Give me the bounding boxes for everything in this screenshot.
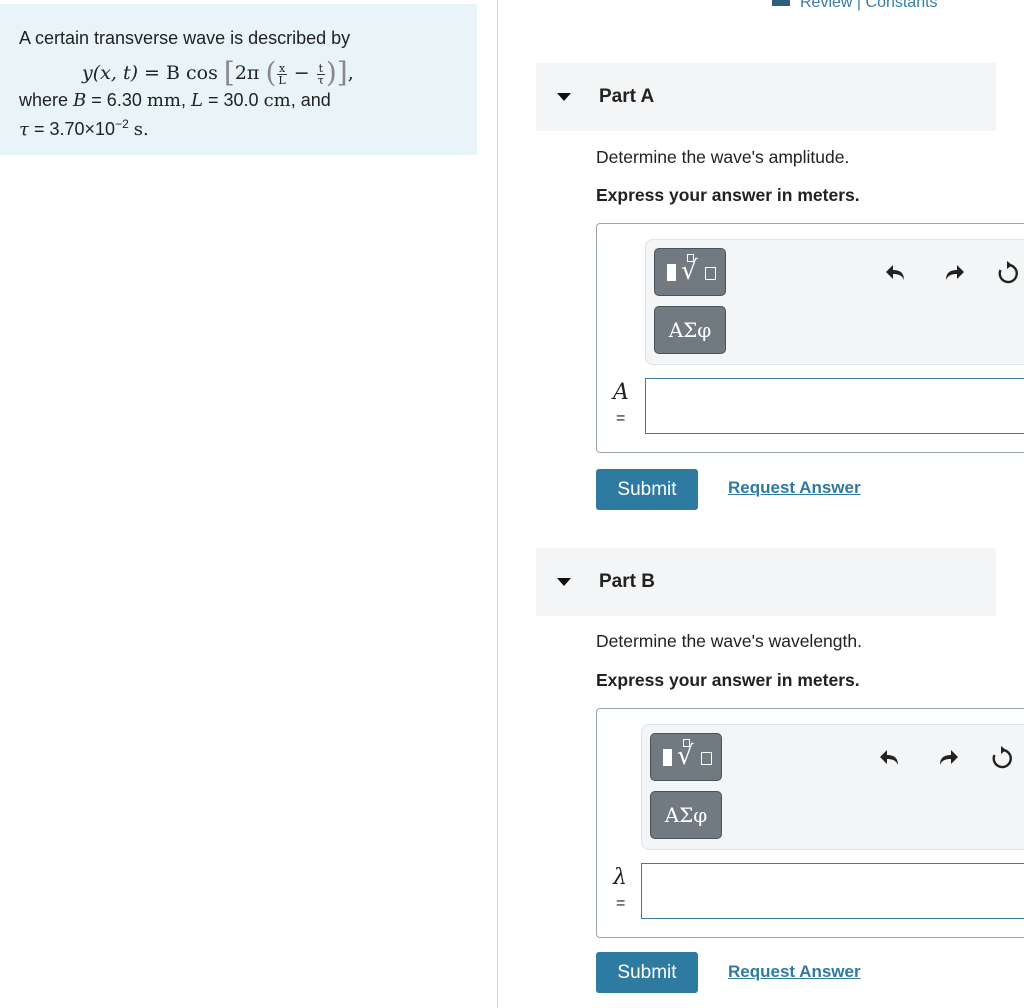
part-b-header[interactable]: Part B (536, 548, 996, 616)
part-a-question: Determine the wave's amplitude. (596, 147, 850, 167)
request-answer-link[interactable]: Request Answer (728, 962, 861, 982)
fraction-t-over-tau: tτ (316, 61, 325, 87)
part-b-answer-box: √ ΑΣφ λ = (596, 708, 1024, 938)
answer-input[interactable] (645, 378, 1024, 434)
triangle-down-icon[interactable] (557, 93, 571, 101)
submit-button[interactable]: Submit (596, 952, 698, 993)
triangle-down-icon[interactable] (557, 578, 571, 586)
part-b-instruction: Express your answer in meters. (596, 670, 860, 690)
variable-label: A (613, 380, 629, 405)
reset-icon[interactable] (989, 745, 1015, 771)
part-a-instruction: Express your answer in meters. (596, 185, 860, 205)
part-a-answer-box: √ ΑΣφ A = (596, 223, 1024, 453)
equation-rhs-prefix: B cos (166, 62, 218, 84)
templates-radical-icon[interactable]: √ (650, 733, 722, 781)
equation-equals: = (144, 62, 160, 84)
request-answer-link[interactable]: Request Answer (728, 478, 861, 498)
equation-two-pi: 2π (234, 62, 260, 84)
greek-symbols-button[interactable]: ΑΣφ (654, 306, 726, 354)
review-constants-link[interactable]: Review | Constants (772, 0, 938, 12)
submit-button[interactable]: Submit (596, 469, 698, 510)
equation-minus: − (293, 62, 310, 84)
part-a-header[interactable]: Part A (536, 63, 996, 131)
book-icon (772, 0, 790, 6)
math-toolbar: √ ΑΣφ (641, 724, 1024, 850)
redo-icon[interactable] (940, 260, 966, 286)
equals-sign: = (616, 895, 626, 912)
undo-icon[interactable] (878, 745, 904, 771)
redo-icon[interactable] (934, 745, 960, 771)
part-b-question: Determine the wave's wavelength. (596, 631, 862, 651)
problem-statement: A certain transverse wave is described b… (0, 4, 477, 155)
part-a-title: Part A (599, 86, 655, 107)
bracket-open: [ (223, 56, 235, 89)
given-values: where B = 6.30 mm, L = 30.0 cm, and (19, 90, 331, 111)
paren-close: ) (325, 56, 337, 89)
equation-tail: , (347, 62, 354, 84)
part-b-title: Part B (599, 571, 655, 592)
equals-sign: = (616, 410, 626, 427)
math-toolbar: √ ΑΣφ (645, 239, 1024, 365)
paren-open: ( (265, 56, 277, 89)
wave-equation: y(x, t) = B cos [2π (x L − t τ)], (82, 56, 354, 89)
problem-intro: A certain transverse wave is described b… (19, 28, 351, 48)
bracket-close: ] (336, 56, 348, 89)
templates-radical-icon[interactable]: √ (654, 248, 726, 296)
reset-icon[interactable] (995, 260, 1021, 286)
undo-icon[interactable] (884, 260, 910, 286)
variable-label: λ (613, 865, 627, 890)
given-tau: τ = 3.70×10−2 s. (19, 117, 149, 140)
answer-input[interactable] (641, 863, 1024, 919)
equation-lhs: y(x, t) (82, 62, 138, 84)
greek-symbols-button[interactable]: ΑΣφ (650, 791, 722, 839)
fraction-x-over-L: xL (277, 61, 287, 87)
panel-divider (497, 0, 498, 1008)
